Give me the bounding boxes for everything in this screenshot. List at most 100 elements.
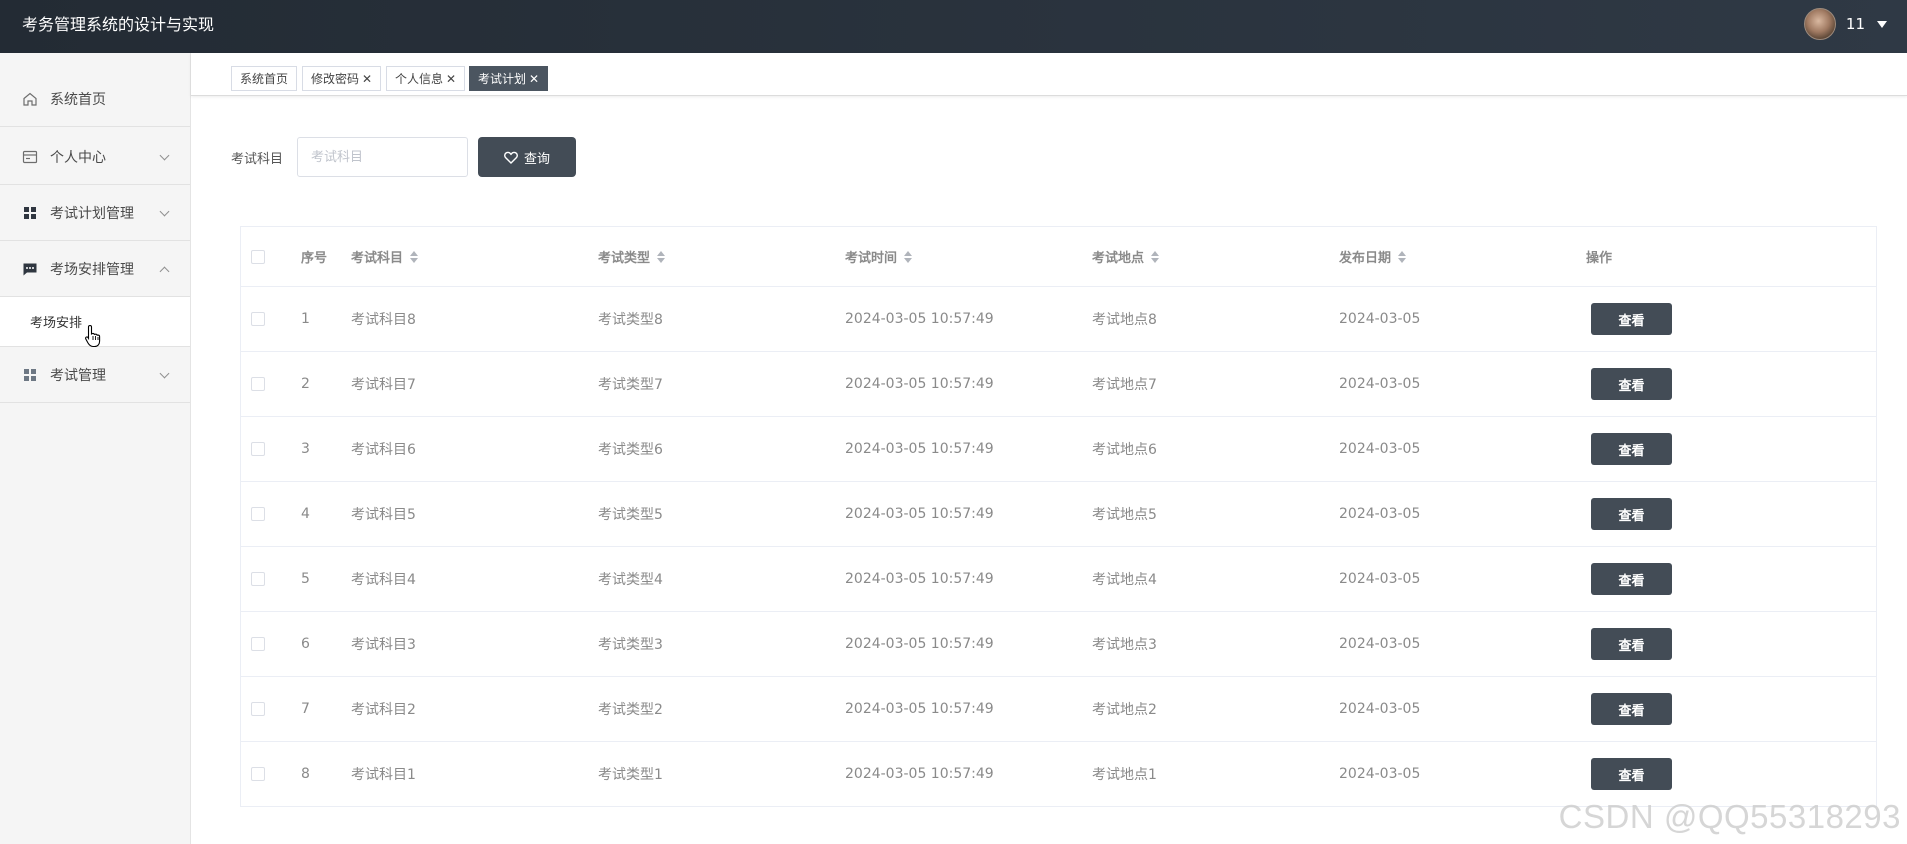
cell-action: 查看 [1591, 547, 1672, 611]
cell-date: 2024-03-05 [1339, 376, 1421, 392]
tab-exam-plan[interactable]: 考试计划 ✕ [469, 66, 549, 91]
top-bar: 考务管理系统的设计与实现 11 [0, 0, 1907, 53]
view-button[interactable]: 查看 [1591, 303, 1672, 335]
header-type[interactable]: 考试类型 [598, 227, 666, 286]
row-checkbox[interactable] [251, 572, 265, 586]
table-row: 4 考试科目5 考试类型5 2024-03-05 10:57:49 考试地点5 2024-… [241, 482, 1876, 547]
close-icon[interactable]: ✕ [446, 72, 456, 86]
sidebar-item-exam-management[interactable]: 考试管理 [0, 347, 190, 403]
header-location[interactable]: 考试地点 [1092, 227, 1160, 286]
table-row: 1 考试科目8 考试类型8 2024-03-05 10:57:49 考试地点8 2024-… [241, 287, 1876, 352]
header-subject[interactable]: 考试科目 [351, 227, 419, 286]
cell-time: 2024-03-05 10:57:49 [845, 441, 994, 457]
header-action: 操作 [1586, 251, 1613, 266]
row-checkbox[interactable] [251, 377, 265, 391]
tabs-bar: 系统首页 修改密码 ✕ 个人信息 ✕ 考试计划 ✕ [191, 53, 1907, 96]
cell-location: 考试地点1 [1092, 767, 1157, 783]
cell-index: 4 [301, 506, 310, 522]
sort-icon[interactable] [1151, 250, 1160, 263]
row-checkbox[interactable] [251, 442, 265, 456]
row-checkbox[interactable] [251, 507, 265, 521]
cell-location: 考试地点3 [1092, 637, 1157, 653]
user-menu[interactable]: 11 [1803, 8, 1887, 40]
table-row: 7 考试科目2 考试类型2 2024-03-05 10:57:49 考试地点2 2024-… [241, 677, 1876, 742]
sidebar-item-home[interactable]: 系统首页 [0, 71, 190, 127]
row-checkbox[interactable] [251, 702, 265, 716]
cell-type: 考试类型5 [598, 507, 663, 523]
sort-icon[interactable] [657, 250, 666, 263]
cell-type: 考试类型1 [598, 767, 663, 783]
cell-action: 查看 [1591, 677, 1672, 741]
row-checkbox[interactable] [251, 637, 265, 651]
cell-time: 2024-03-05 10:57:49 [845, 376, 994, 392]
sort-icon[interactable] [1398, 250, 1407, 263]
user-name[interactable]: 11 [1846, 15, 1865, 33]
header-label: 考试类型 [598, 251, 651, 266]
cell-index: 7 [301, 701, 310, 717]
avatar[interactable] [1803, 8, 1836, 40]
app-title: 考务管理系统的设计与实现 [22, 15, 215, 34]
view-button[interactable]: 查看 [1591, 758, 1672, 790]
table-body: 1 考试科目8 考试类型8 2024-03-05 10:57:49 考试地点8 2024-… [241, 287, 1876, 807]
cell-date: 2024-03-05 [1339, 441, 1421, 457]
sort-icon[interactable] [904, 250, 913, 263]
tab-change-password[interactable]: 修改密码 ✕ [302, 66, 382, 91]
row-select-cell [251, 287, 265, 351]
row-checkbox[interactable] [251, 767, 265, 781]
search-input[interactable] [297, 137, 468, 177]
view-button[interactable]: 查看 [1591, 368, 1672, 400]
row-select-cell [251, 612, 265, 676]
cell-time: 2024-03-05 10:57:49 [845, 766, 994, 782]
row-checkbox[interactable] [251, 312, 265, 326]
sidebar-item-exam-plan-management[interactable]: 考试计划管理 [0, 185, 190, 241]
grid-icon [22, 205, 38, 221]
cell-location: 考试地点4 [1092, 572, 1157, 588]
caret-down-icon[interactable] [1877, 20, 1887, 28]
row-select-cell [251, 482, 265, 546]
close-icon[interactable]: ✕ [529, 72, 539, 86]
cell-index: 2 [301, 376, 310, 392]
cell-index: 5 [301, 571, 310, 587]
view-button[interactable]: 查看 [1591, 498, 1672, 530]
tab-label: 系统首页 [240, 72, 289, 86]
row-select-cell [251, 352, 265, 416]
close-icon[interactable]: ✕ [362, 72, 372, 86]
row-select-cell [251, 417, 265, 481]
row-select-cell [251, 547, 265, 611]
cell-location: 考试地点2 [1092, 702, 1157, 718]
chevron-up-icon [159, 266, 170, 277]
chevron-down-icon [159, 150, 170, 161]
sidebar-item-label: 考场安排管理 [50, 261, 134, 278]
sort-icon[interactable] [410, 250, 419, 263]
sidebar-item-venue-management[interactable]: 考场安排管理 [0, 241, 190, 297]
cell-subject: 考试科目5 [351, 507, 416, 523]
cell-action: 查看 [1591, 482, 1672, 546]
tab-label: 个人信息 [395, 72, 444, 86]
grid-icon [22, 367, 38, 383]
header-time[interactable]: 考试时间 [845, 227, 913, 286]
watermark: CSDN @QQ55318293 [1558, 798, 1901, 835]
search-button[interactable]: 查询 [478, 137, 576, 177]
cell-index: 6 [301, 636, 310, 652]
cell-type: 考试类型3 [598, 637, 663, 653]
sidebar-item-personal-center[interactable]: 个人中心 [0, 129, 190, 185]
view-button[interactable]: 查看 [1591, 693, 1672, 725]
header-label: 考试时间 [845, 251, 898, 266]
cell-type: 考试类型6 [598, 442, 663, 458]
cell-action: 查看 [1591, 352, 1672, 416]
select-all-checkbox[interactable] [251, 249, 265, 264]
cell-type: 考试类型7 [598, 377, 663, 393]
cell-subject: 考试科目2 [351, 702, 416, 718]
tab-home[interactable]: 系统首页 [231, 66, 298, 91]
header-index: 序号 [301, 251, 328, 266]
cell-date: 2024-03-05 [1339, 636, 1421, 652]
view-button[interactable]: 查看 [1591, 433, 1672, 465]
sidebar: 系统首页 个人中心 考试计划管理 考场安排管理 考场安排 考试管理 [0, 53, 191, 844]
table-row: 5 考试科目4 考试类型4 2024-03-05 10:57:49 考试地点4 2024-… [241, 547, 1876, 612]
view-button[interactable]: 查看 [1591, 628, 1672, 660]
table-header-row: 序号 考试科目 考试类型 考试时间 考试地点 发布日期 操作 [241, 227, 1876, 287]
view-button[interactable]: 查看 [1591, 563, 1672, 595]
cell-subject: 考试科目6 [351, 442, 416, 458]
header-date[interactable]: 发布日期 [1339, 227, 1407, 286]
tab-personal-info[interactable]: 个人信息 ✕ [386, 66, 466, 91]
